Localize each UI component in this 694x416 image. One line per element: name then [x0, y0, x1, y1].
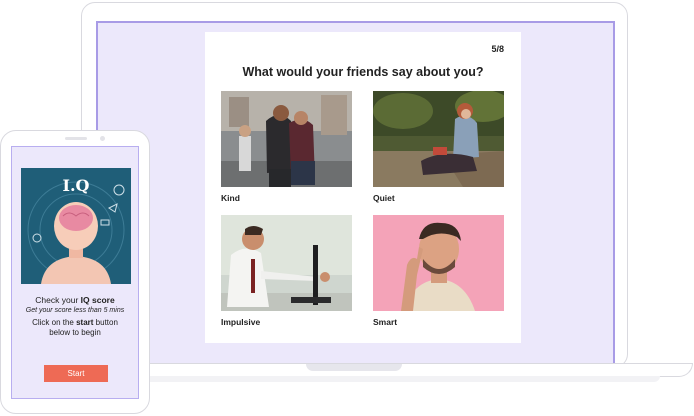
option-label: Quiet	[373, 193, 395, 203]
question-progress: 5/8	[491, 44, 504, 54]
option-label: Smart	[373, 317, 398, 327]
option-kind[interactable]: Kind	[221, 91, 352, 203]
start-button[interactable]: Start	[44, 365, 108, 382]
phone-frame: I.Q Check your IQ score Get your score l…	[0, 130, 150, 414]
iq-banner: I.Q	[21, 168, 131, 284]
option-smart[interactable]: Smart	[373, 215, 504, 327]
impulsive-photo	[221, 215, 352, 311]
quiz-card: 5/8 What would your friends say about yo…	[205, 32, 521, 343]
quiet-photo	[373, 91, 504, 187]
option-label: Impulsive	[221, 317, 261, 327]
check-iq-text: Check your IQ score	[35, 295, 115, 305]
phone-camera	[100, 136, 105, 141]
kind-photo	[221, 91, 352, 187]
option-label: Kind	[221, 193, 240, 203]
laptop-notch	[306, 364, 402, 371]
phone-speaker	[65, 137, 87, 140]
option-quiet[interactable]: Quiet	[373, 91, 504, 203]
phone-screen: I.Q Check your IQ score Get your score l…	[11, 146, 139, 399]
question-title: What would your friends say about you?	[242, 65, 484, 79]
iq-title: I.Q	[62, 176, 90, 195]
score-time-text: Get your score less than 5 mins	[25, 307, 125, 314]
option-impulsive[interactable]: Impulsive	[221, 215, 352, 327]
smart-photo	[373, 215, 504, 311]
instruction-text: Click on the start button below to begin	[32, 318, 118, 337]
